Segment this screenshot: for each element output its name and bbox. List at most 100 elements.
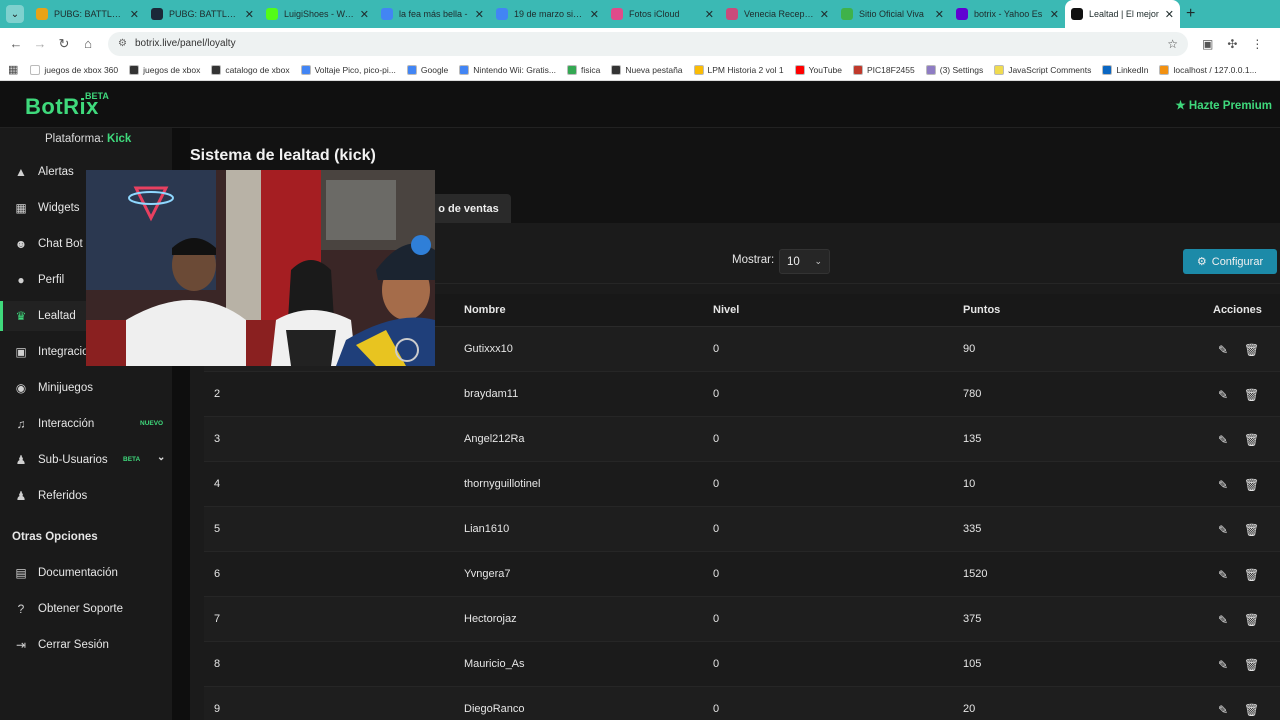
bookmark-item[interactable]: Voltaje Pico, pico-pi... [300, 64, 396, 75]
sidebar-item-sub-usuarios[interactable]: ♟ Sub-Usuarios [0, 445, 172, 475]
close-icon[interactable]: ✕ [1050, 8, 1059, 21]
column-puntos[interactable]: Puntos [963, 304, 1000, 316]
browser-tab[interactable]: botrix - Yahoo Es ✕ [950, 0, 1065, 28]
close-icon[interactable]: ✕ [820, 8, 829, 21]
tab-favicon-icon [36, 8, 48, 20]
bookmark-item[interactable]: JavaScript Comments [994, 64, 1091, 75]
trash-icon[interactable]: 🗑 [1244, 613, 1259, 627]
new-badge: NUEVO [140, 420, 164, 427]
bookmark-item[interactable]: PIC18F2455 [853, 64, 915, 75]
bookmark-item[interactable]: Nueva pestaña [611, 64, 683, 75]
browser-tab[interactable]: Sitio Oficial Viva ✕ [835, 0, 950, 28]
page-size-select[interactable]: 10 ⌄ [779, 249, 830, 274]
row-level: 0 [713, 388, 720, 400]
edit-icon[interactable]: ✎ [1218, 568, 1228, 582]
sidebar-item-help[interactable]: ? Obtener Soporte [0, 594, 172, 624]
reload-icon[interactable]: ↻ [52, 36, 76, 52]
apps-grid-icon[interactable]: ▦ [8, 63, 18, 76]
close-icon[interactable]: ✕ [705, 8, 714, 21]
bookmark-item[interactable]: juegos de xbox [129, 64, 201, 75]
trash-icon[interactable]: 🗑 [1244, 478, 1259, 492]
table-row: 3 Angel212Ra 0 135 ✎ 🗑 [204, 417, 1280, 462]
bookmark-label: PIC18F2455 [867, 64, 915, 75]
sidebar-item-book[interactable]: ▤ Documentación [0, 558, 172, 588]
tab-ventas[interactable]: o de ventas [426, 194, 511, 223]
row-points: 1520 [963, 568, 988, 580]
puzzle-icon[interactable]: ✣ [1227, 37, 1237, 51]
close-icon[interactable]: ✕ [475, 8, 484, 21]
home-icon[interactable]: ⌂ [76, 36, 100, 51]
forward-icon[interactable]: → [28, 36, 52, 51]
bookmark-star-icon[interactable]: ☆ [1167, 37, 1178, 51]
table-row: 7 Hectorojaz 0 375 ✎ 🗑 [204, 597, 1280, 642]
row-points: 375 [963, 613, 982, 625]
row-rank: 2 [214, 388, 221, 400]
browser-tab[interactable]: la fea más bella - ✕ [375, 0, 490, 28]
browser-tab[interactable]: Fotos iCloud ✕ [605, 0, 720, 28]
webcam-video-frame [86, 170, 435, 366]
bookmark-label: juegos de xbox [143, 64, 201, 75]
bookmark-item[interactable]: Google [406, 64, 448, 75]
table-row: 9 DiegoRanco 0 20 ✎ 🗑 [204, 687, 1280, 720]
browser-tab[interactable]: 19 de marzo signo ✕ [490, 0, 605, 28]
row-name: Mauricio_As [464, 658, 525, 670]
trash-icon[interactable]: 🗑 [1244, 523, 1259, 537]
trash-icon[interactable]: 🗑 [1244, 433, 1259, 447]
column-nombre[interactable]: Nombre [464, 304, 506, 316]
premium-link[interactable]: ★ Hazte Premium [1175, 98, 1272, 112]
close-icon[interactable]: ✕ [1165, 8, 1174, 21]
trash-icon[interactable]: 🗑 [1244, 343, 1259, 357]
address-bar[interactable]: ⚙ botrix.live/panel/loyalty ☆ [108, 31, 1188, 56]
bookmark-item[interactable]: localhost / 127.0.0.1... [1159, 64, 1257, 75]
close-icon[interactable]: ✕ [590, 8, 599, 21]
tab-search-icon[interactable]: ⌄ [6, 5, 24, 23]
row-rank: 5 [214, 523, 221, 535]
bookmark-item[interactable]: LinkedIn [1102, 64, 1148, 75]
bookmark-item[interactable]: LPM Historia 2 vol 1 [693, 64, 784, 75]
edit-icon[interactable]: ✎ [1218, 433, 1228, 447]
premium-label: Hazte Premium [1188, 100, 1272, 112]
close-icon[interactable]: ✕ [130, 8, 139, 21]
referrals-icon: ♟ [15, 489, 27, 503]
sidebar-item-logout[interactable]: ⇥ Cerrar Sesión [0, 630, 172, 660]
bookmark-item[interactable]: fisica [566, 64, 600, 75]
edit-icon[interactable]: ✎ [1218, 343, 1228, 357]
trash-icon[interactable]: 🗑 [1244, 703, 1259, 717]
edit-icon[interactable]: ✎ [1218, 613, 1228, 627]
configure-button[interactable]: ⚙ Configurar [1183, 249, 1277, 274]
bookmark-item[interactable]: (3) Settings [925, 64, 983, 75]
menu-icon[interactable]: ⋮ [1251, 37, 1263, 51]
close-icon[interactable]: ✕ [360, 8, 369, 21]
bookmark-favicon-icon [794, 64, 805, 75]
bookmark-item[interactable]: juegos de xbox 360 [30, 64, 118, 75]
trash-icon[interactable]: 🗑 [1244, 388, 1259, 402]
edit-icon[interactable]: ✎ [1218, 703, 1228, 717]
extension-icons: ▣ ✣ ⋮ [1202, 37, 1263, 51]
edit-icon[interactable]: ✎ [1218, 478, 1228, 492]
edit-icon[interactable]: ✎ [1218, 388, 1228, 402]
sidebar-item-minijuegos[interactable]: ◉ Minijuegos [0, 373, 172, 403]
chevron-down-icon[interactable]: ⌄ [157, 452, 165, 463]
trash-icon[interactable]: 🗑 [1244, 568, 1259, 582]
new-tab-icon[interactable]: + [1186, 5, 1195, 23]
edit-icon[interactable]: ✎ [1218, 523, 1228, 537]
close-icon[interactable]: ✕ [935, 8, 944, 21]
close-icon[interactable]: ✕ [245, 8, 254, 21]
site-info-icon[interactable]: ⚙ [118, 38, 127, 49]
bookmark-item[interactable]: YouTube [794, 64, 842, 75]
row-level: 0 [713, 478, 720, 490]
browser-tab[interactable]: Venecia Recepción ✕ [720, 0, 835, 28]
browser-tab[interactable]: Lealtad | El mejor ✕ [1065, 0, 1180, 28]
browser-tab[interactable]: LuigiShoes - Watch ✕ [260, 0, 375, 28]
trash-icon[interactable]: 🗑 [1244, 658, 1259, 672]
back-icon[interactable]: ← [4, 36, 28, 51]
browser-tab[interactable]: PUBG: BATTLEGROUNDS ✕ [145, 0, 260, 28]
sidebar-item-referidos[interactable]: ♟ Referidos [0, 481, 172, 511]
extension-icon[interactable]: ▣ [1202, 37, 1213, 51]
bookmark-item[interactable]: Nintendo Wii: Gratis... [459, 64, 556, 75]
bookmark-item[interactable]: catalogo de xbox [211, 64, 290, 75]
tab-favicon-icon [726, 8, 738, 20]
column-nivel[interactable]: Nivel [713, 304, 739, 316]
browser-tab[interactable]: PUBG: BATTLEGROUNDS ✕ [30, 0, 145, 28]
edit-icon[interactable]: ✎ [1218, 658, 1228, 672]
